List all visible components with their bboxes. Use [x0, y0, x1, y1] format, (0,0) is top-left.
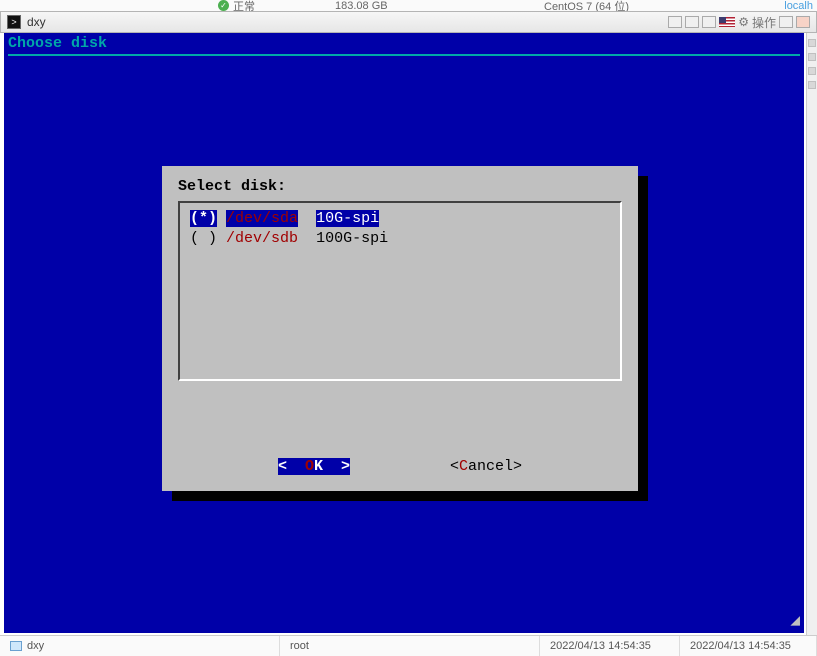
terminal-title: Choose disk [4, 33, 804, 56]
console-titlebar: > dxy ⚙ 操作 [0, 11, 817, 33]
side-strip-item [808, 81, 816, 89]
side-strip [806, 33, 817, 635]
vm-disk-size: 183.08 GB [335, 0, 388, 12]
cancel-button[interactable]: <Cancel> [450, 458, 522, 475]
close-icon[interactable] [796, 16, 810, 28]
side-strip-item [808, 53, 816, 61]
status-time-1: 2022/04/13 14:54:35 [540, 636, 680, 656]
console-title: dxy [27, 15, 46, 29]
titlebar-btn-2[interactable] [685, 16, 699, 28]
checkmark-icon: ✓ [218, 0, 229, 11]
status-bar: dxy root 2022/04/13 14:54:35 2022/04/13 … [0, 635, 817, 656]
ok-button[interactable]: < OK > [278, 458, 350, 475]
select-disk-dialog: Select disk: (*) /dev/sda 10G-spi ( ) /d… [162, 166, 638, 491]
dialog-buttons: < OK > <Cancel> [162, 458, 638, 475]
vm-host: localh [784, 0, 813, 12]
titlebar-btn-extra[interactable] [779, 16, 793, 28]
status-tab-name: dxy [27, 640, 44, 652]
status-user: root [280, 636, 540, 656]
disk-path: /dev/sda [226, 210, 298, 227]
terminal-title-text: Choose disk [8, 35, 107, 52]
status-tab[interactable]: dxy [0, 636, 280, 656]
status-time-2: 2022/04/13 14:54:35 [680, 636, 817, 656]
disk-mark: (*) [190, 210, 217, 227]
disk-list[interactable]: (*) /dev/sda 10G-spi ( ) /dev/sdb 100G-s… [178, 201, 622, 381]
disk-path: /dev/sdb [226, 230, 298, 247]
titlebar-btn-1[interactable] [668, 16, 682, 28]
disk-size-label: 10G-spi [316, 210, 379, 227]
gear-icon[interactable]: ⚙ [738, 15, 749, 29]
divider [8, 54, 800, 56]
titlebar-btn-3[interactable] [702, 16, 716, 28]
tab-icon [10, 641, 22, 651]
side-strip-item [808, 67, 816, 75]
side-strip-item [808, 39, 816, 47]
us-flag-icon[interactable] [719, 17, 735, 27]
host-info-bar: ✓ 正常 183.08 GB CentOS 7 (64 位) localh [0, 0, 817, 11]
resize-grip-icon[interactable]: ◢ [784, 613, 800, 629]
actions-label[interactable]: 操作 [752, 14, 776, 31]
terminal-screen[interactable]: Choose disk Select disk: (*) /dev/sda 10… [4, 33, 804, 633]
terminal-icon: > [7, 15, 21, 29]
titlebar-controls: ⚙ 操作 [668, 14, 810, 31]
disk-mark: ( ) [190, 230, 217, 247]
dialog-title: Select disk: [178, 178, 622, 195]
disk-option-sdb[interactable]: ( ) /dev/sdb 100G-spi [190, 229, 610, 249]
disk-option-sda[interactable]: (*) /dev/sda 10G-spi [190, 209, 610, 229]
disk-size-label: 100G-spi [316, 230, 388, 247]
